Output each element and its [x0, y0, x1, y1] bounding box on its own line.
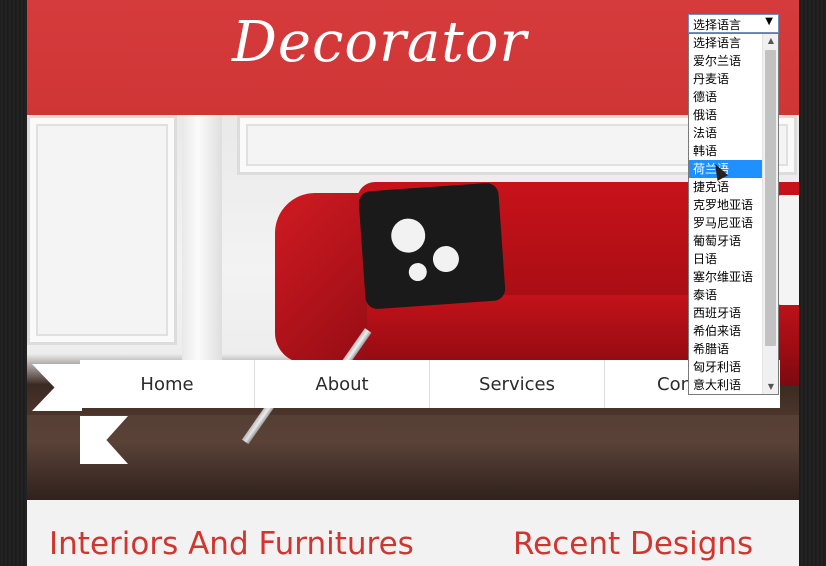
language-option[interactable]: 泰语 — [689, 286, 762, 304]
floor — [27, 415, 799, 500]
section-title-recent: Recent Designs — [513, 526, 754, 562]
language-option[interactable]: 德语 — [689, 88, 762, 106]
site-page: Decorator Home About Services Con Interi… — [27, 0, 799, 566]
nav-services[interactable]: Services — [430, 360, 605, 408]
scroll-thumb[interactable] — [765, 50, 776, 346]
language-select-value: 选择语言 — [693, 18, 742, 32]
language-option[interactable]: 西班牙语 — [689, 304, 762, 322]
language-option[interactable]: 葡萄牙语 — [689, 232, 762, 250]
pillow-pattern — [390, 217, 427, 254]
scroll-up-arrow-icon[interactable]: ▲ — [763, 34, 778, 48]
wall-pillar — [182, 115, 222, 375]
nav-home[interactable]: Home — [80, 360, 255, 408]
language-option[interactable]: 塞尔维亚语 — [689, 268, 762, 286]
language-option[interactable]: 丹麦语 — [689, 70, 762, 88]
language-option[interactable]: 希伯来语 — [689, 322, 762, 340]
pillow-pattern — [432, 245, 460, 273]
chevron-down-icon[interactable]: ▼ — [765, 16, 773, 27]
dropdown-scrollbar[interactable]: ▲ ▼ — [762, 34, 778, 394]
language-option[interactable]: 韩语 — [689, 142, 762, 160]
language-option[interactable]: 捷克语 — [689, 178, 762, 196]
pillow-pattern — [408, 262, 428, 282]
language-option[interactable]: 匈牙利语 — [689, 358, 762, 376]
language-option[interactable]: 爱尔兰语 — [689, 52, 762, 70]
main-nav: Home About Services Con — [80, 360, 780, 408]
site-logo[interactable]: Decorator — [232, 10, 527, 75]
language-option[interactable]: 选择语言 — [689, 34, 762, 52]
language-dropdown-list[interactable]: 选择语言 爱尔兰语 丹麦语 德语 俄语 法语 韩语 荷兰语 捷克语 克罗地亚语 … — [688, 33, 779, 395]
language-option[interactable]: 意大利语 — [689, 376, 762, 394]
site-header: Decorator — [27, 0, 799, 115]
pillow-black — [358, 182, 506, 310]
scroll-down-arrow-icon[interactable]: ▼ — [763, 380, 778, 394]
language-option[interactable]: 希腊语 — [689, 340, 762, 358]
wall-panel-left — [27, 115, 177, 345]
language-select[interactable]: 选择语言 ▼ — [688, 14, 779, 33]
language-option[interactable]: 俄语 — [689, 106, 762, 124]
language-option[interactable]: 日语 — [689, 250, 762, 268]
language-option[interactable]: 法语 — [689, 124, 762, 142]
nav-about[interactable]: About — [255, 360, 430, 408]
language-option[interactable]: 罗马尼亚语 — [689, 214, 762, 232]
language-option[interactable]: 克罗地亚语 — [689, 196, 762, 214]
section-title-interiors: Interiors And Furnitures — [49, 526, 414, 562]
hero-banner — [27, 115, 799, 500]
